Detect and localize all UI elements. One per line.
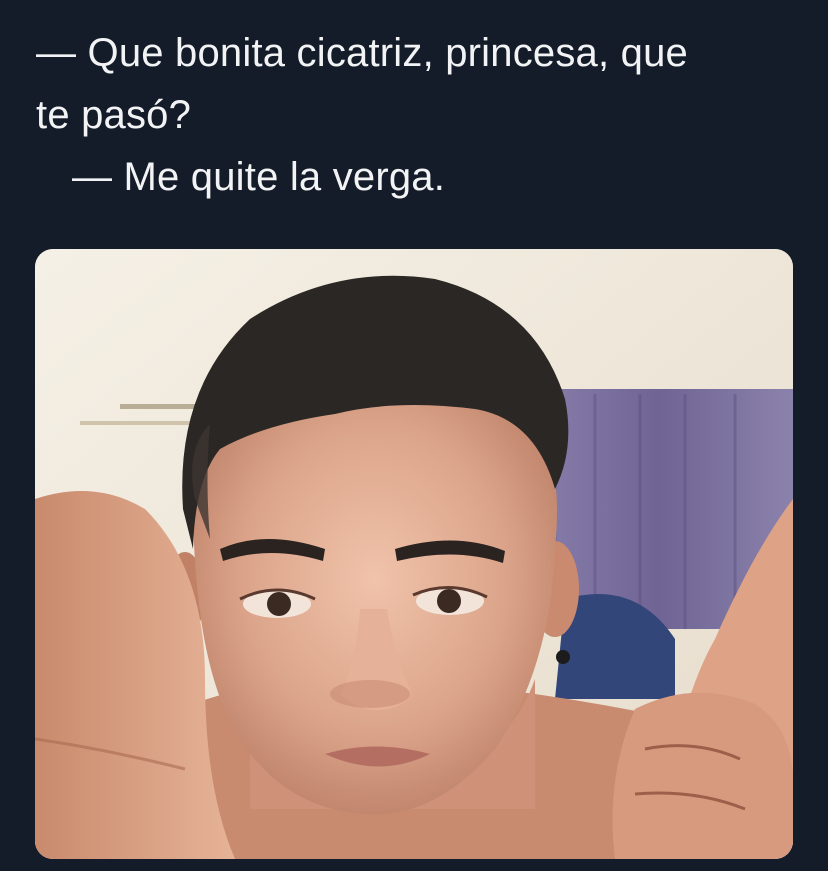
tweet-text-line-1: — Que bonita cicatriz, princesa, que [36,31,688,75]
tweet-text-line-3: — Me quite la verga. [72,155,446,199]
tweet-photo[interactable] [35,249,793,859]
tweet-text: — Que bonita cicatriz, princesa, que te … [36,22,806,208]
tweet-text-line-2: te pasó? [36,93,192,137]
hand-right [612,692,793,859]
photo-illustration [35,249,793,859]
earring [556,650,570,664]
tweet-card: — Que bonita cicatriz, princesa, que te … [0,0,828,871]
